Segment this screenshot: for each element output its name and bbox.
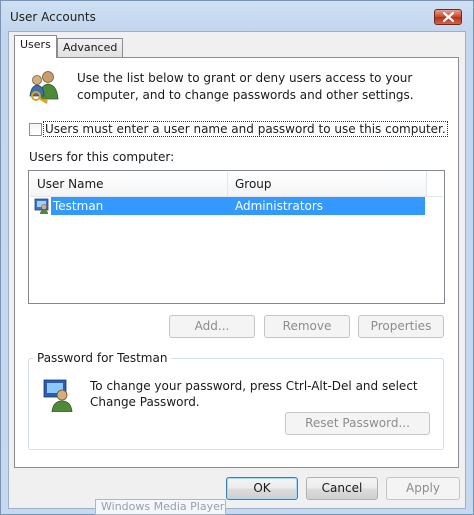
taskbar-tooltip: Windows Media Player (95, 499, 226, 515)
column-header-group[interactable]: Group (228, 172, 427, 196)
tab-advanced-label: Advanced (63, 41, 118, 54)
cell-user-name: Testman (53, 199, 104, 213)
column-group-label: Group (235, 177, 272, 191)
tab-advanced[interactable]: Advanced (57, 38, 124, 58)
cell-group: Administrators (235, 199, 324, 213)
column-header-user-name[interactable]: User Name (30, 172, 228, 196)
cancel-button-label: Cancel (321, 481, 363, 495)
title-bar[interactable]: User Accounts (1, 1, 473, 31)
tab-users[interactable]: Users (14, 35, 57, 58)
require-password-label-text: Users must enter a user name and passwor… (45, 122, 446, 136)
reset-password-button[interactable]: Reset Password... (285, 412, 430, 435)
intro-text: Use the list below to grant or deny user… (77, 71, 414, 102)
users-list-label: Users for this computer: (29, 150, 175, 164)
tab-users-label: Users (20, 38, 51, 51)
properties-button[interactable]: Properties (358, 315, 444, 338)
users-keys-icon (29, 71, 59, 104)
close-icon (443, 12, 454, 22)
add-user-button[interactable]: Add... (169, 315, 255, 338)
user-password-icon (43, 379, 73, 412)
remove-user-button-label: Remove (282, 319, 332, 333)
reset-password-button-label: Reset Password... (305, 416, 410, 430)
password-instructions: To change your password, press Ctrl-Alt-… (90, 379, 418, 409)
user-icon (34, 198, 49, 214)
ok-button-label: OK (253, 481, 271, 495)
users-list[interactable]: User Name Group Testman Administrators (28, 170, 445, 304)
require-password-label[interactable]: Users must enter a user name and passwor… (43, 121, 448, 137)
cancel-button[interactable]: Cancel (306, 477, 378, 500)
apply-button-label: Apply (406, 481, 440, 495)
add-user-button-label: Add... (194, 319, 230, 333)
properties-button-label: Properties (370, 319, 432, 333)
window-title: User Accounts (10, 10, 96, 24)
ok-button[interactable]: OK (226, 477, 298, 500)
column-user-name-label: User Name (37, 177, 104, 191)
apply-button[interactable]: Apply (386, 477, 460, 500)
close-button[interactable] (434, 9, 462, 25)
remove-user-button[interactable]: Remove (264, 315, 350, 338)
require-password-checkbox[interactable] (29, 123, 42, 136)
password-group-title: Password for Testman (33, 351, 172, 365)
